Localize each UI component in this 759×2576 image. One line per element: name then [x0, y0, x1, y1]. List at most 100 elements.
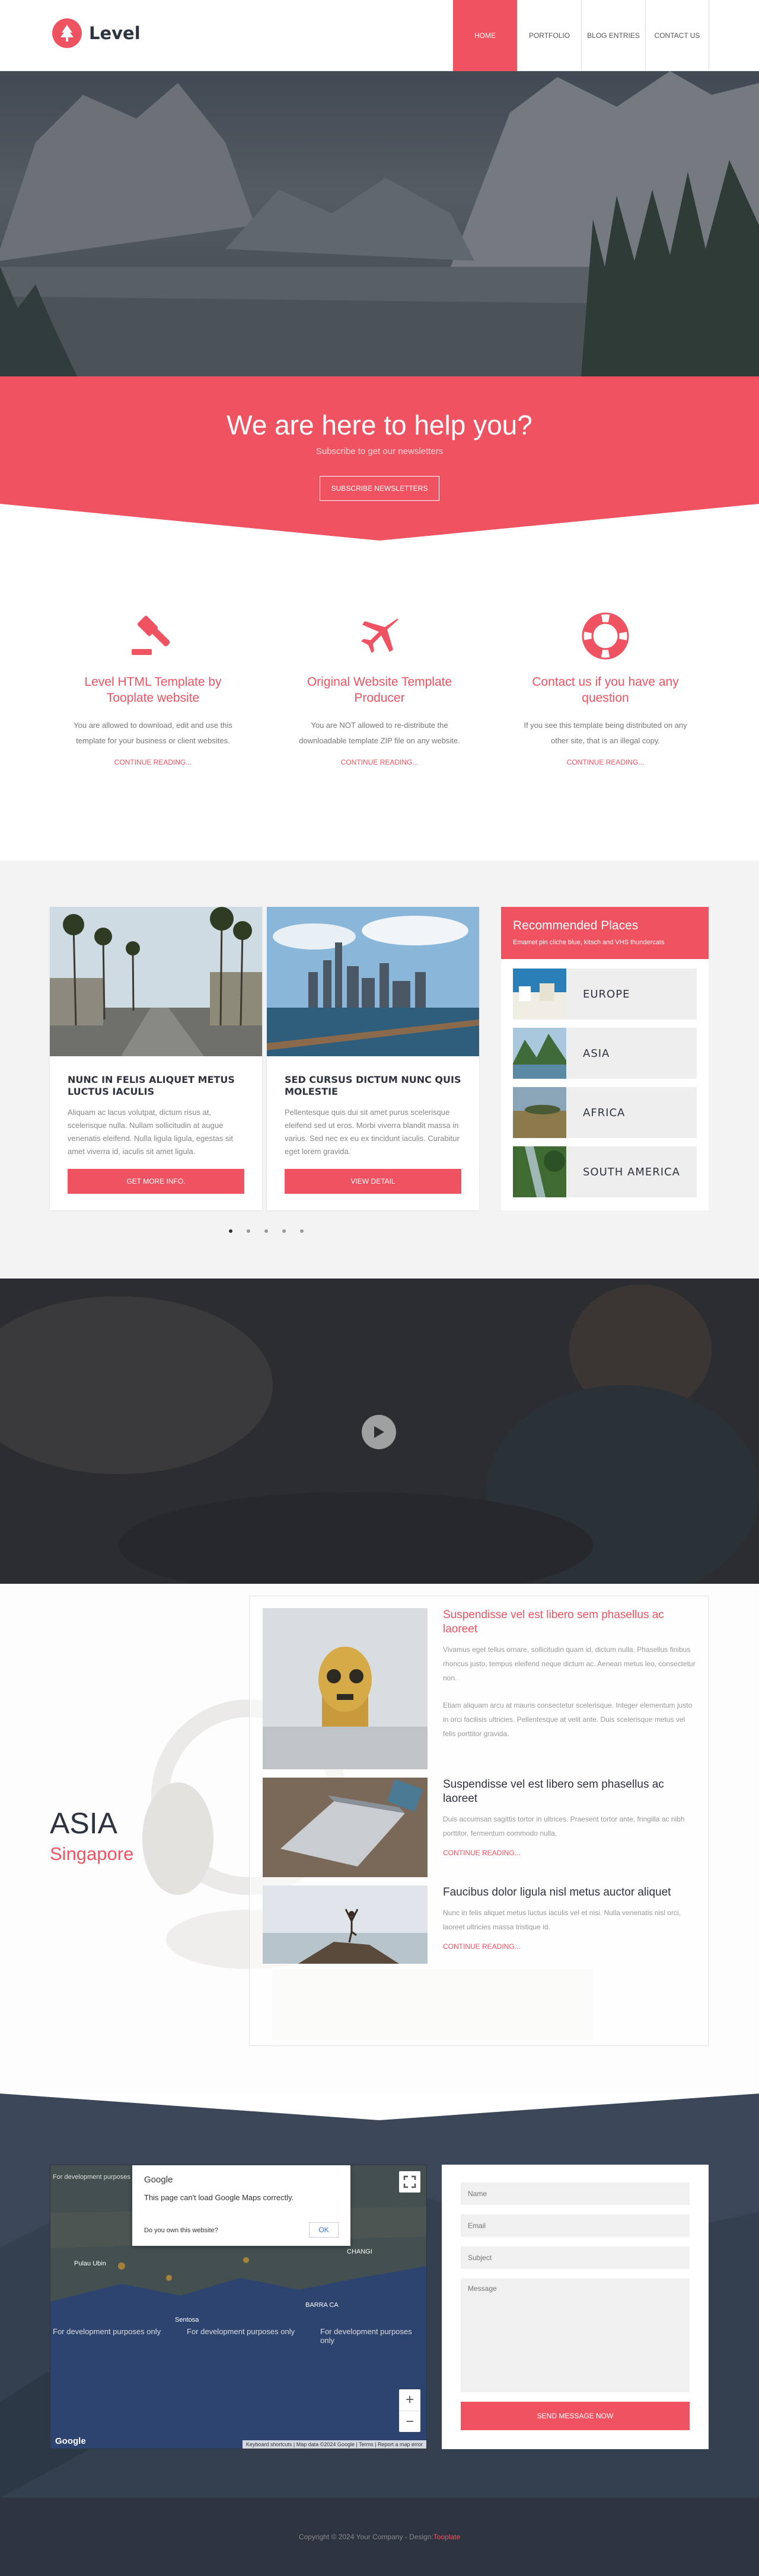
post-title[interactable]: Suspendisse vel est libero sem phasellus…	[443, 1608, 698, 1637]
continue-reading-link[interactable]: Continue reading...	[443, 1849, 698, 1857]
feature-text: You are NOT allowed to re-distribute the…	[299, 721, 460, 745]
map-dev-text: For development purposes only	[53, 2327, 161, 2336]
place-south-america[interactable]: SOUTH AMERICA	[513, 1146, 697, 1197]
post-text: Nunc in felis aliquet metus luctus iacul…	[443, 1909, 681, 1931]
carousel-dots	[229, 1229, 318, 1233]
feature-item: Original Website Template Producer You a…	[291, 611, 468, 766]
continue-reading-link[interactable]: Continue reading...	[291, 758, 468, 766]
gallery-card: Nunc in felis aliquet metus luctus iacul…	[50, 907, 262, 1210]
google-map[interactable]: For development purposes only For develo…	[50, 2165, 427, 2449]
nav-home[interactable]: Home	[453, 0, 517, 71]
play-icon	[374, 1426, 384, 1438]
zoom-controls: + −	[399, 2389, 420, 2432]
send-message-button[interactable]: Send Message Now	[461, 2402, 690, 2430]
asia-subtitle: Singapore	[50, 1843, 134, 1864]
feature-text: If you see this template being distribut…	[524, 721, 687, 745]
card-text: Aliquam ac lacus volutpat, dictum risus …	[68, 1108, 233, 1156]
post-title[interactable]: Suspendisse vel est libero sem phasellus…	[443, 1778, 698, 1806]
post-text: Etiam aliquam arcu at mauris consectetur…	[443, 1701, 693, 1738]
place-name: ASIA	[583, 1047, 610, 1060]
post-text: Duis accumsan sagittis tortor in ultrice…	[443, 1815, 685, 1837]
name-field[interactable]	[461, 2182, 690, 2205]
logo[interactable]: Level	[52, 18, 141, 48]
continue-reading-link[interactable]: Continue reading...	[516, 758, 694, 766]
message-field[interactable]	[461, 2278, 690, 2392]
gallery-card: Sed cursus dictum nunc quis molestie Pel…	[267, 907, 479, 1210]
subscribe-button[interactable]: Subscribe Newsletters	[320, 476, 439, 501]
place-europe[interactable]: EUROPE	[513, 969, 697, 1019]
map-dev-text: For development purposes only	[53, 2174, 145, 2181]
asia-posts-panel: Suspendisse vel est libero sem phasellus…	[249, 1596, 709, 2046]
feature-text: You are allowed to download, edit and us…	[74, 721, 232, 745]
continue-reading-link[interactable]: Continue reading...	[443, 1942, 698, 1951]
nav-contact-us[interactable]: Contact Us	[645, 0, 709, 71]
subscribe-section: We are here to help you? Subscribe to ge…	[0, 376, 759, 541]
post-item: Suspendisse vel est libero sem phasellus…	[443, 1778, 698, 1857]
play-button[interactable]	[362, 1415, 396, 1449]
places-title: Recommended Places	[513, 919, 639, 932]
hero-banner	[0, 71, 759, 376]
map-label: Sentosa	[175, 2316, 199, 2323]
zoom-out-button[interactable]: −	[399, 2411, 420, 2432]
asia-section: ASIA Singapore Suspendisse vel est liber…	[0, 1584, 759, 2094]
life-ring-icon	[516, 611, 694, 661]
email-field[interactable]	[461, 2214, 690, 2237]
feature-item: Level HTML Template by Tooplate website …	[64, 611, 242, 766]
map-error-message: This page can't load Google Maps correct…	[144, 2193, 294, 2202]
nav-blog-entries[interactable]: Blog Entries	[581, 0, 645, 71]
tree-icon	[52, 18, 82, 48]
carousel-dot[interactable]	[300, 1229, 304, 1233]
gallery-section: Nunc in felis aliquet metus luctus iacul…	[0, 861, 759, 1279]
map-label: Pulau Ubin	[74, 2260, 106, 2267]
recommended-places: Recommended Places Emamet pin cliche blu…	[501, 907, 709, 1210]
view-detail-button[interactable]: View Detail	[285, 1169, 461, 1194]
feature-title: Level HTML Template by Tooplate website	[84, 675, 222, 705]
europe-thumbnail	[513, 969, 566, 1019]
post-title[interactable]: Faucibus dolor ligula nisl metus auctor …	[443, 1885, 698, 1900]
carousel-dot[interactable]	[247, 1229, 250, 1233]
continue-reading-link[interactable]: Continue reading...	[64, 758, 242, 766]
video-section	[0, 1279, 759, 1584]
subscribe-title: We are here to help you?	[227, 410, 532, 440]
copyright-text: Copyright © 2024 Your Company - Design:	[298, 2533, 433, 2541]
map-label: BARRA CA	[305, 2302, 339, 2309]
google-brand: Google	[144, 2175, 173, 2185]
map-label: CHANGI	[347, 2248, 372, 2255]
post-item: Suspendisse vel est libero sem phasellus…	[443, 1608, 698, 1741]
features-section: Level HTML Template by Tooplate website …	[0, 541, 759, 861]
map-error-dialog: Google This page can't load Google Maps …	[132, 2165, 350, 2246]
places-subtitle: Emamet pin cliche blue, kitsch and VHS t…	[513, 939, 665, 946]
fullscreen-icon[interactable]	[399, 2171, 420, 2193]
map-dev-text: For development purposes only	[187, 2327, 295, 2336]
subject-field[interactable]	[461, 2246, 690, 2269]
hero-overlay	[0, 71, 759, 376]
gavel-icon	[64, 611, 242, 661]
palm-street-image	[50, 907, 262, 1056]
places-header: Recommended Places Emamet pin cliche blu…	[501, 907, 709, 959]
feature-title: Original Website Template Producer	[307, 675, 452, 705]
south-america-thumbnail	[513, 1146, 566, 1197]
zoom-in-button[interactable]: +	[399, 2389, 420, 2411]
plane-icon	[291, 611, 468, 661]
carousel-dot[interactable]	[282, 1229, 286, 1233]
carousel-dot[interactable]	[264, 1229, 268, 1233]
logo-text: Level	[89, 23, 141, 43]
nav-portfolio[interactable]: Portfolio	[517, 0, 581, 71]
tooplate-link[interactable]: Tooplate	[433, 2533, 460, 2541]
carousel-dot[interactable]	[229, 1229, 232, 1233]
subscribe-text: Subscribe to get our newsletters	[315, 446, 444, 456]
place-asia[interactable]: ASIA	[513, 1028, 697, 1079]
post-item: Faucibus dolor ligula nisl metus auctor …	[443, 1885, 698, 1951]
contact-form: Send Message Now	[442, 2165, 709, 2449]
get-more-info-button[interactable]: Get more info.	[68, 1169, 244, 1194]
map-ok-button[interactable]: OK	[309, 2222, 339, 2238]
place-name: AFRICA	[583, 1106, 626, 1119]
post-text: Vivamus eget tellus ornare, sollicitudin…	[443, 1645, 696, 1682]
map-dev-text: For development purposes only	[320, 2327, 412, 2345]
main-nav: Home Portfolio Blog Entries Contact Us	[453, 0, 709, 71]
asia-thumbnail	[513, 1028, 566, 1079]
map-attribution: Keyboard shortcuts | Map data ©2024 Goog…	[242, 2440, 426, 2449]
place-africa[interactable]: AFRICA	[513, 1087, 697, 1138]
header: Level Home Portfolio Blog Entries Contac…	[0, 0, 759, 71]
place-name: SOUTH AMERICA	[583, 1165, 680, 1178]
